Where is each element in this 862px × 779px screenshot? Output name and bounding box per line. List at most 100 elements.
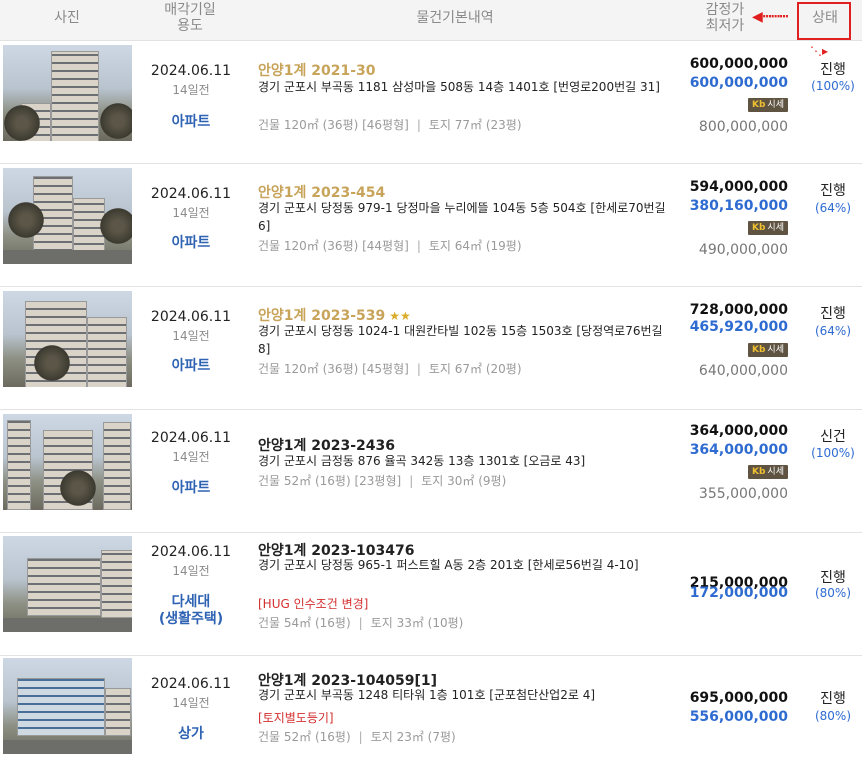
address: 경기 군포시 부곡동 1248 티타워 1층 101호 [군포첨단산업2로 4] — [258, 688, 596, 702]
appraisal-price: 600,000,000 — [689, 56, 788, 72]
area-info: 건물 52㎡ (16평) | 토지 23㎡ (7평) — [258, 730, 456, 744]
days-ago: 14일전 — [172, 206, 210, 220]
building-area: 건물 54㎡ (16평) — [258, 616, 351, 630]
kb-icon: Kb — [752, 100, 766, 110]
auction-date: 2024.06.11 — [150, 676, 232, 692]
minimum-price: 600,000,000 — [689, 75, 788, 91]
header-date-usage: 매각기일 용도 — [140, 2, 240, 34]
header-date: 매각기일 — [164, 2, 216, 18]
kb-icon: Kb — [752, 223, 766, 233]
appraisal-price: 594,000,000 — [689, 179, 788, 195]
building-area: 건물 120㎡ (36평) [46평형] — [258, 118, 409, 132]
status: 진행 — [820, 691, 846, 707]
table-row[interactable]: 2024.06.11 14일전 아파트 안양1계 2023-539 ★★ 경기 군… — [0, 287, 862, 410]
status-percent: (100%) — [811, 446, 855, 460]
status: 진행 — [820, 306, 846, 322]
auction-date: 2024.06.11 — [150, 186, 232, 202]
usage-type[interactable]: 아파트 — [140, 358, 242, 375]
land-area: 토지 33㎡ (10평) — [370, 616, 464, 630]
minimum-price: 172,000,000 — [689, 585, 788, 601]
header-photo: 사진 — [54, 10, 80, 26]
special-note: [HUG 인수조건 변경] — [258, 597, 369, 611]
building-area: 건물 120㎡ (36평) [44평형] — [258, 239, 409, 253]
land-area: 토지 67㎡ (20평) — [428, 362, 522, 376]
status-percent: (64%) — [814, 201, 852, 215]
property-photo[interactable] — [3, 658, 132, 754]
building-area: 건물 52㎡ (16평) — [258, 730, 351, 744]
status-percent: (64%) — [814, 324, 852, 338]
special-note: [토지별도등기] — [258, 711, 334, 725]
usage-type[interactable]: 아파트 — [140, 235, 242, 252]
market-price: 640,000,000 — [698, 363, 788, 379]
sise-label: 시세 — [767, 223, 784, 233]
status-percent: (80%) — [814, 709, 852, 723]
market-price-badge[interactable]: Kb 시세 — [748, 98, 788, 112]
header-appraisal: 감정가 — [705, 2, 745, 18]
header-minimum: 최저가 — [705, 18, 745, 34]
land-area: 토지 77㎡ (23평) — [428, 118, 522, 132]
kb-icon: Kb — [752, 467, 766, 477]
area-info: 건물 120㎡ (36평) [46평형] | 토지 77㎡ (23평) — [258, 118, 522, 132]
status: 진행 — [820, 570, 846, 586]
kb-icon: Kb — [752, 345, 766, 355]
auction-date: 2024.06.11 — [150, 63, 232, 79]
area-info: 건물 120㎡ (36평) [45평형] | 토지 67㎡ (20평) — [258, 362, 522, 376]
status: 진행 — [820, 183, 846, 199]
appraisal-price: 728,000,000 — [689, 302, 788, 318]
market-price-badge[interactable]: Kb 시세 — [748, 343, 788, 357]
market-price: 800,000,000 — [698, 119, 788, 135]
land-area: 토지 30㎡ (9평) — [421, 474, 507, 488]
minimum-price: 380,160,000 — [689, 198, 788, 214]
table-row[interactable]: 2024.06.11 14일전 아파트 안양1계 2023-2436 경기 군포… — [0, 410, 862, 533]
days-ago: 14일전 — [172, 83, 210, 97]
usage-type[interactable]: 아파트 — [140, 114, 242, 131]
header-price[interactable]: 감정가 최저가 — [690, 2, 760, 34]
usage-type[interactable]: 상가 — [140, 726, 242, 743]
days-ago: 14일전 — [172, 329, 210, 343]
appraisal-price: 695,000,000 — [689, 690, 788, 706]
building-area: 건물 120㎡ (36평) [45평형] — [258, 362, 409, 376]
status: 진행 — [820, 62, 846, 78]
status-highlight-box — [797, 2, 851, 40]
case-number[interactable]: 안양1계 2021-30 — [258, 60, 376, 80]
property-photo[interactable] — [3, 168, 132, 264]
minimum-price: 465,920,000 — [689, 319, 788, 335]
table-row[interactable]: 2024.06.11 14일전 상가 안양1계 2023-104059[1] 경… — [0, 656, 862, 779]
days-ago: 14일전 — [172, 696, 210, 710]
usage-type[interactable]: 아파트 — [140, 480, 242, 497]
status: 신건 — [820, 429, 846, 445]
address: 경기 군포시 당정동 979-1 당정마을 누리에뜰 104동 5층 504호 … — [258, 201, 666, 233]
status-percent: (100%) — [811, 79, 855, 93]
auction-date: 2024.06.11 — [150, 309, 232, 325]
auction-date: 2024.06.11 — [150, 544, 232, 560]
building-area: 건물 52㎡ (16평) [23평형] — [258, 474, 402, 488]
days-ago: 14일전 — [172, 564, 210, 578]
address: 경기 군포시 당정동 1024-1 대원칸타빌 102동 15층 1503호 [… — [258, 324, 663, 356]
land-area: 토지 23㎡ (7평) — [370, 730, 456, 744]
address: 경기 군포시 당정동 965-1 퍼스트힐 A동 2층 201호 [한세로56번… — [258, 558, 639, 572]
sise-label: 시세 — [767, 100, 784, 110]
header-usage: 용도 — [177, 18, 203, 34]
address: 경기 군포시 부곡동 1181 삼성마을 508동 14층 1401호 [번영로… — [258, 80, 660, 94]
arrow-left-icon: ◀┅┅┅ — [752, 9, 789, 25]
usage-type[interactable]: 다세대 (생활주택) — [140, 594, 242, 628]
sise-label: 시세 — [767, 467, 784, 477]
table-row[interactable]: 2024.06.11 14일전 아파트 안양1계 2023-454 경기 군포시… — [0, 164, 862, 287]
property-photo[interactable] — [3, 45, 132, 141]
market-price-badge[interactable]: Kb 시세 — [748, 465, 788, 479]
auction-date: 2024.06.11 — [150, 430, 232, 446]
land-area: 토지 64㎡ (19평) — [428, 239, 522, 253]
area-info: 건물 120㎡ (36평) [44평형] | 토지 64㎡ (19평) — [258, 239, 522, 253]
address: 경기 군포시 금정동 876 율곡 342동 13층 1301호 [오금로 43… — [258, 454, 586, 468]
property-photo[interactable] — [3, 414, 132, 510]
table-row[interactable]: 2024.06.11 14일전 다세대 (생활주택) 안양1계 2023-103… — [0, 533, 862, 656]
minimum-price: 364,000,000 — [689, 442, 788, 458]
days-ago: 14일전 — [172, 450, 210, 464]
market-price-badge[interactable]: Kb 시세 — [748, 221, 788, 235]
table-row[interactable]: 2024.06.11 14일전 아파트 안양1계 2021-30 경기 군포시 … — [0, 41, 862, 164]
sise-label: 시세 — [767, 345, 784, 355]
property-photo[interactable] — [3, 536, 132, 632]
minimum-price: 556,000,000 — [689, 709, 788, 725]
property-photo[interactable] — [3, 291, 132, 387]
status-percent: (80%) — [814, 586, 852, 600]
